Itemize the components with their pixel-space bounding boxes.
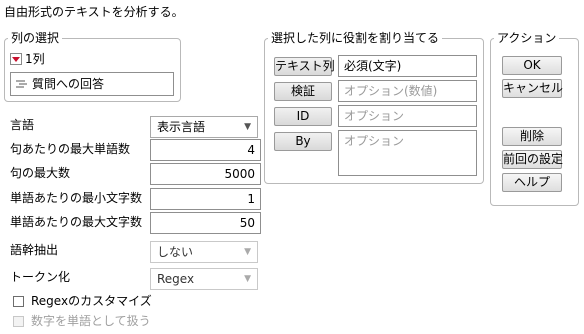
chevron-down-icon: ▼ (244, 122, 251, 132)
character-column-icon (16, 80, 27, 88)
ok-button[interactable]: OK (502, 56, 562, 75)
min-chars-per-word-input[interactable]: 1 (150, 188, 261, 210)
treat-numbers-checkbox[interactable] (13, 316, 24, 327)
recall-button[interactable]: 前回の設定 (502, 150, 563, 169)
validation-field[interactable]: オプション(数値) (338, 80, 477, 102)
treat-numbers-label: 数字を単語として扱う (31, 314, 151, 328)
language-label: 言語 (10, 118, 35, 132)
tokenizing-value: Regex (157, 272, 195, 286)
max-phrases-input[interactable]: 5000 (150, 163, 261, 185)
customize-regex-label: Regexのカスタマイズ (31, 294, 152, 308)
column-list[interactable]: 質問への回答 (10, 72, 174, 96)
id-field[interactable]: オプション (338, 105, 477, 127)
max-words-per-phrase-label: 句あたりの最大単語数 (10, 142, 131, 156)
roles-title: 選択した列に役割を割り当てる (268, 31, 443, 45)
chevron-down-icon: ▼ (244, 247, 251, 257)
tokenizing-select[interactable]: Regex ▼ (150, 268, 258, 290)
max-chars-per-word-label: 単語あたりの最大文字数 (10, 215, 143, 229)
stemming-select[interactable]: しない ▼ (150, 241, 258, 263)
cancel-button[interactable]: キャンセル (502, 79, 563, 98)
red-triangle-icon (12, 57, 20, 62)
stemming-label: 語幹抽出 (10, 243, 59, 257)
chevron-down-icon: ▼ (244, 274, 251, 284)
max-phrases-label: 句の最大数 (10, 166, 71, 180)
max-words-per-phrase-input[interactable]: 4 (150, 139, 261, 161)
customize-regex-checkbox[interactable] (13, 296, 24, 307)
stemming-value: しない (157, 245, 194, 259)
dialog-instructions: 自由形式のテキストを分析する。 (4, 5, 184, 19)
column-count: 1列 (25, 52, 45, 66)
list-item[interactable]: 質問への回答 (14, 76, 170, 92)
help-button[interactable]: ヘルプ (502, 173, 562, 192)
list-item-label: 質問への回答 (32, 77, 105, 91)
id-button[interactable]: ID (274, 107, 332, 126)
by-field[interactable]: オプション (338, 130, 477, 176)
by-button[interactable]: By (274, 132, 332, 151)
language-value: 表示言語 (157, 120, 206, 134)
remove-button[interactable]: 削除 (502, 127, 562, 146)
actions-title: アクション (494, 31, 560, 45)
column-filter-dropdown[interactable] (10, 53, 22, 65)
max-chars-per-word-input[interactable]: 50 (150, 212, 261, 234)
text-columns-button[interactable]: テキスト列 (274, 57, 335, 76)
min-chars-per-word-label: 単語あたりの最小文字数 (10, 191, 143, 205)
validation-button[interactable]: 検証 (274, 82, 332, 101)
language-select[interactable]: 表示言語 ▼ (150, 116, 258, 138)
column-select-title: 列の選択 (8, 31, 63, 45)
tokenizing-label: トークン化 (10, 270, 71, 284)
text-columns-field[interactable]: 必須(文字) (338, 55, 477, 77)
